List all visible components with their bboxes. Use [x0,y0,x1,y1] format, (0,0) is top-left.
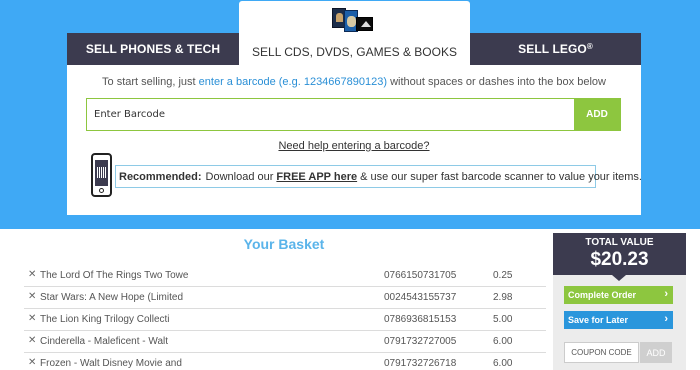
item-price: 6.00 [493,336,513,347]
total-label: TOTAL VALUE [585,237,654,248]
instructions-suffix: without spaces or dashes into the box be… [390,76,606,88]
item-barcode: 0791732727005 [384,336,457,347]
tab-sell-phones-tech[interactable]: SELL PHONES & TECH [67,33,239,65]
registered-mark: ® [586,41,593,51]
sell-panel: To start selling, just enter a barcode (… [67,65,642,215]
barcode-help-link[interactable]: Need help entering a barcode? [67,140,641,152]
item-name: Star Wars: A New Hope (Limited [40,292,184,303]
remove-item-icon[interactable]: ✕ [28,291,36,302]
total-value-box: TOTAL VALUE $20.23 [553,233,686,275]
chevron-right-icon: › [664,313,668,325]
item-barcode: 0791732726718 [384,358,457,369]
item-price: 6.00 [493,358,513,369]
basket-row: ✕ The Lion King Trilogy Collecti 0786936… [24,309,546,331]
item-price: 0.25 [493,270,513,281]
tab-sell-lego[interactable]: SELL LEGO ® [470,33,641,65]
phone-scanner-icon [91,153,112,197]
barcode-example-link[interactable]: enter a barcode (e.g. 1234667890123) [199,76,387,88]
item-name: The Lion King Trilogy Collecti [40,314,170,325]
basket-row: ✕ The Lord Of The Rings Two Towe 0766150… [24,265,546,287]
total-value: $20.23 [590,249,649,270]
item-name: Cinderella - Maleficent - Walt [40,336,169,347]
save-for-later-label: Save for Later [568,315,629,325]
tab-label: SELL PHONES & TECH [85,42,221,56]
complete-order-button[interactable]: Complete Order › [564,286,673,304]
item-barcode: 0786936815153 [384,314,457,325]
complete-order-label: Complete Order [568,290,637,300]
remove-item-icon[interactable]: ✕ [28,357,36,368]
coupon-code-input[interactable]: COUPON CODE [564,342,639,363]
add-barcode-button[interactable]: ADD [574,99,620,130]
recommend-label: Recommended: [119,170,202,183]
chevron-right-icon: › [664,288,668,300]
recommend-text-2: & use our super fast barcode scanner to … [360,170,642,183]
basket-row: ✕ Cinderella - Maleficent - Walt 0791732… [24,331,546,353]
item-barcode: 0766150731705 [384,270,457,281]
basket-row: ✕ Star Wars: A New Hope (Limited 0024543… [24,287,546,309]
basket-title: Your Basket [243,236,325,252]
free-app-link[interactable]: FREE APP here [276,171,357,183]
remove-item-icon[interactable]: ✕ [28,335,36,346]
coupon-add-button[interactable]: ADD [640,342,672,363]
basket-row: ✕ Frozen - Walt Disney Movie and 0791732… [24,353,546,370]
instructions-text: To start selling, just enter a barcode (… [67,76,641,88]
item-price: 2.98 [493,292,513,303]
recommend-app-banner: Recommended: Download our FREE APP here … [115,165,642,188]
media-covers-icon [331,8,375,36]
instructions-prefix: To start selling, just [102,76,196,88]
remove-item-icon[interactable]: ✕ [28,269,36,280]
total-pointer [612,275,626,281]
item-name: Frozen - Walt Disney Movie and [40,358,182,369]
save-for-later-button[interactable]: Save for Later › [564,311,673,329]
item-name: The Lord Of The Rings Two Towe [40,270,189,281]
recommend-text: Download our [205,170,274,183]
order-sidebar: TOTAL VALUE $20.23 Complete Order › Save… [553,233,686,370]
barcode-input[interactable] [87,99,574,130]
tab-sell-cds-dvds-games-books[interactable]: SELL CDS, DVDS, GAMES & BOOKS [239,1,470,65]
barcode-form: ADD [86,98,621,131]
tab-label: SELL LEGO [518,42,587,56]
item-price: 5.00 [493,314,513,325]
item-barcode: 0024543155737 [384,292,457,303]
remove-item-icon[interactable]: ✕ [28,313,36,324]
tab-label: SELL CDS, DVDS, GAMES & BOOKS [252,45,457,59]
